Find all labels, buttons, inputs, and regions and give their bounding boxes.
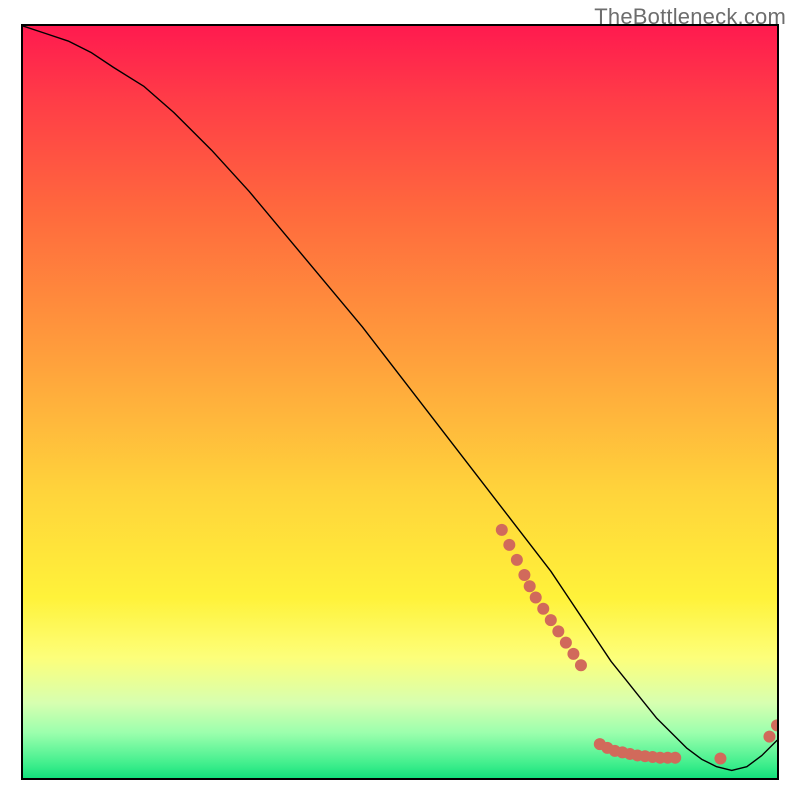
data-dot	[552, 625, 564, 637]
data-dot	[771, 719, 777, 731]
data-dot	[537, 603, 549, 615]
plot-svg	[23, 26, 777, 778]
data-dot	[496, 524, 508, 536]
plot-area	[21, 24, 779, 780]
bottleneck-curve	[23, 26, 777, 770]
data-dot	[714, 752, 726, 764]
data-dot	[560, 637, 572, 649]
data-dot	[669, 752, 681, 764]
scatter-dots	[496, 524, 777, 765]
data-dot	[503, 539, 515, 551]
data-dot	[567, 648, 579, 660]
watermark-text: TheBottleneck.com	[594, 4, 786, 30]
data-dot	[545, 614, 557, 626]
data-dot	[575, 659, 587, 671]
data-dot	[511, 554, 523, 566]
data-dot	[524, 580, 536, 592]
data-dot	[763, 731, 775, 743]
data-dot	[518, 569, 530, 581]
chart-canvas: TheBottleneck.com	[0, 0, 800, 800]
data-dot	[530, 592, 542, 604]
